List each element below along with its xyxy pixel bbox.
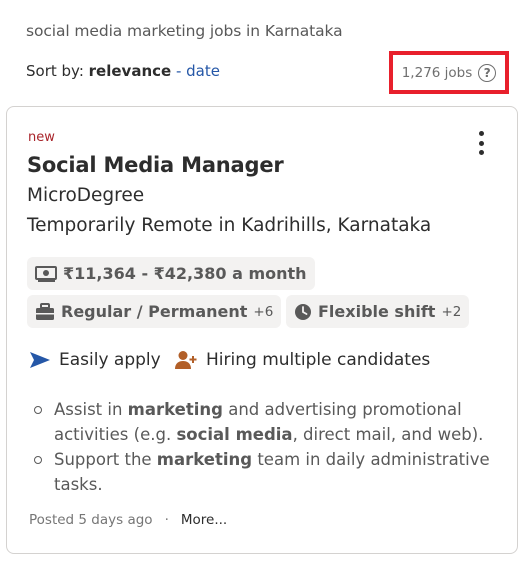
person-add-icon	[175, 351, 197, 369]
sort-separator: -	[171, 62, 187, 80]
job-type-text: Regular / Permanent	[61, 302, 248, 321]
posted-date: Posted 5 days ago	[29, 512, 153, 528]
card-footer: Posted 5 days ago · More...	[29, 512, 227, 528]
more-link[interactable]: More...	[181, 512, 227, 528]
send-icon	[30, 352, 50, 368]
jobs-count-text: 1,276 jobs	[401, 64, 473, 81]
kebab-menu-icon[interactable]	[477, 131, 485, 155]
easily-apply-text: Easily apply	[59, 350, 161, 370]
job-title[interactable]: Social Media Manager	[27, 153, 284, 177]
sort-date-link[interactable]: date	[186, 62, 220, 80]
briefcase-icon	[36, 302, 54, 320]
jobs-count: 1,276 jobs ?	[389, 51, 509, 94]
sort-row: Sort by: relevance - date	[26, 62, 220, 80]
job-type-chip: Regular / Permanent +6	[27, 295, 282, 328]
money-icon	[35, 265, 57, 282]
footer-dot: ·	[164, 512, 169, 528]
clock-icon	[295, 303, 311, 320]
search-query-text: social media marketing jobs in Karnataka	[26, 22, 343, 40]
list-item: Assist in marketing and advertising prom…	[31, 397, 491, 447]
job-type-extra: +6	[253, 303, 274, 320]
company-name: MicroDegree	[27, 185, 145, 206]
job-snippet: Assist in marketing and advertising prom…	[31, 397, 491, 497]
help-icon[interactable]: ?	[478, 63, 497, 82]
shift-chip: Flexible shift +2	[286, 295, 470, 328]
hiring-text: Hiring multiple candidates	[206, 350, 431, 370]
job-location: Temporarily Remote in Kadrihills, Karnat…	[27, 215, 432, 236]
easily-apply: Easily apply	[29, 350, 161, 370]
salary-chip: ₹11,364 - ₹42,380 a month	[27, 257, 315, 290]
job-card[interactable]: new Social Media Manager MicroDegree Tem…	[6, 106, 518, 554]
salary-text: ₹11,364 - ₹42,380 a month	[63, 264, 307, 283]
shift-text: Flexible shift	[318, 302, 436, 321]
list-item: Support the marketing team in daily admi…	[31, 447, 491, 497]
hiring-multiple: Hiring multiple candidates	[174, 350, 430, 370]
sort-label: Sort by:	[26, 62, 89, 80]
shift-extra: +2	[441, 303, 462, 320]
new-tag: new	[28, 130, 55, 145]
sort-relevance: relevance	[88, 62, 172, 80]
